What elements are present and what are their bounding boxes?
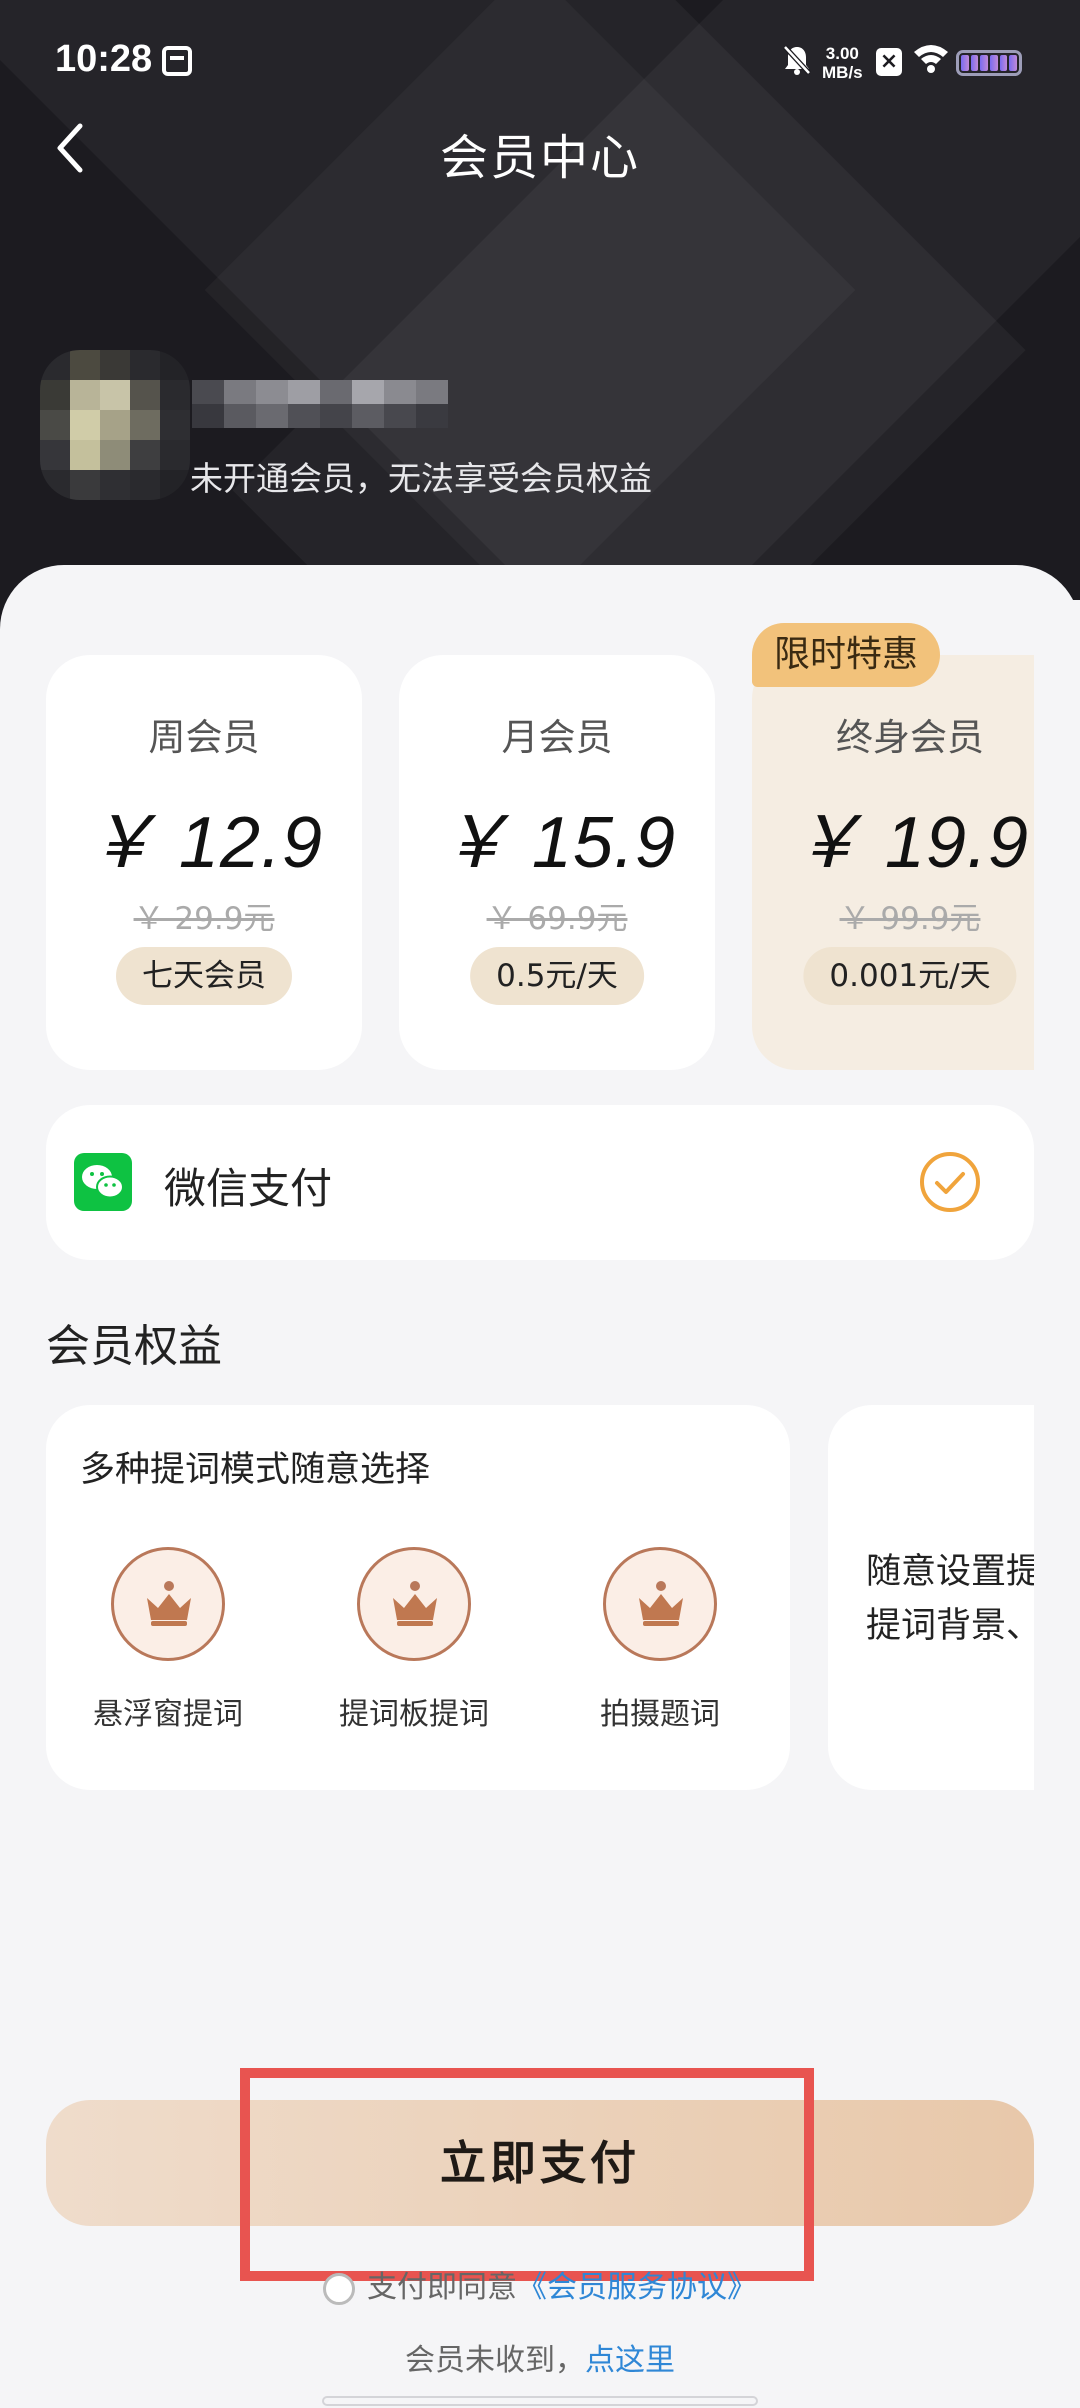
page-title: 会员中心 [439, 130, 640, 186]
benefit-card-text: 随意设置提 提词背景、 [866, 1552, 1042, 1646]
crown-icon [357, 1547, 471, 1661]
username-blurred [192, 380, 452, 428]
right-edge-fade [1034, 600, 1080, 1830]
avatar[interactable] [40, 350, 190, 500]
plan-tag: 七天会员 [116, 947, 292, 1005]
agreement-text: 支付即同意 [367, 2270, 517, 2305]
hero-banner: 10:28 3.00 MB/s × 会员中心 未开通会员，无法享受会员权益 [0, 0, 1080, 640]
feature-floating-window: 悬浮窗提词 [68, 1547, 268, 1733]
wifi-icon [912, 42, 950, 78]
plan-price: ￥ 15.9 [437, 803, 677, 883]
plan-name: 周会员 [148, 716, 260, 759]
wechat-icon [74, 1153, 132, 1211]
status-time: 10:28 [55, 38, 153, 80]
check-icon[interactable] [920, 1152, 980, 1212]
plan-price: ￥ 19.9 [790, 803, 1030, 883]
plan-card-monthly[interactable]: 月会员 ￥ 15.9 ￥ 69.9元 0.5元/天 [399, 655, 715, 1070]
feature-label: 悬浮窗提词 [93, 1697, 243, 1732]
service-agreement-link[interactable]: 《会员服务协议》 [517, 2270, 757, 2305]
plan-name: 月会员 [501, 716, 613, 759]
feature-shooting: 拍摄题词 [560, 1547, 760, 1733]
membership-status-text: 未开通会员，无法享受会员权益 [190, 459, 652, 498]
agreement-radio[interactable] [323, 2272, 355, 2305]
app-notification-icon: × [876, 48, 902, 76]
mute-bell-icon [782, 44, 812, 84]
crown-icon [603, 1547, 717, 1661]
plan-card-lifetime[interactable]: 终身会员 ￥ 19.9 ￥ 99.9元 0.001元/天 [752, 655, 1080, 1070]
feature-prompt-board: 提词板提词 [314, 1547, 514, 1733]
home-indicator[interactable] [322, 2396, 758, 2406]
payment-method-wechat[interactable]: 微信支付 [46, 1105, 1034, 1260]
calendar-notification-icon [162, 46, 192, 76]
feature-label: 提词板提词 [339, 1697, 489, 1732]
battery-icon [956, 50, 1022, 76]
plan-card-weekly[interactable]: 周会员 ￥ 12.9 ￥ 29.9元 七天会员 [46, 655, 362, 1070]
benefits-section-title: 会员权益 [46, 1321, 222, 1372]
highlight-box [240, 2068, 814, 2281]
agreement-row: 支付即同意《会员服务协议》 [0, 2262, 1080, 2306]
plan-original-price: ￥ 29.9元 [133, 901, 275, 937]
click-here-link[interactable]: 点这里 [585, 2343, 675, 2378]
crown-icon [111, 1547, 225, 1661]
payment-method-label: 微信支付 [164, 1164, 333, 1213]
plan-name: 终身会员 [836, 716, 984, 759]
network-speed: 3.00 MB/s [822, 44, 863, 82]
plan-original-price: ￥ 69.9元 [486, 901, 628, 937]
notice-text: 会员未收到， [405, 2343, 585, 2378]
benefit-card-title: 多种提词模式随意选择 [80, 1450, 431, 1490]
status-bar: 10:28 3.00 MB/s × [0, 0, 1080, 120]
feature-label: 拍摄题词 [600, 1697, 720, 1732]
plan-price: ￥ 12.9 [84, 803, 324, 883]
limited-offer-badge: 限时特惠 [752, 623, 941, 687]
plan-tag: 0.5元/天 [470, 947, 644, 1005]
membership-not-received-row: 会员未收到，点这里 [0, 2335, 1080, 2379]
plan-original-price: ￥ 99.9元 [839, 901, 981, 937]
plan-tag: 0.001元/天 [803, 947, 1017, 1005]
benefit-card-modes[interactable]: 多种提词模式随意选择 悬浮窗提词 提词板提词 拍摄题词 [46, 1405, 790, 1790]
